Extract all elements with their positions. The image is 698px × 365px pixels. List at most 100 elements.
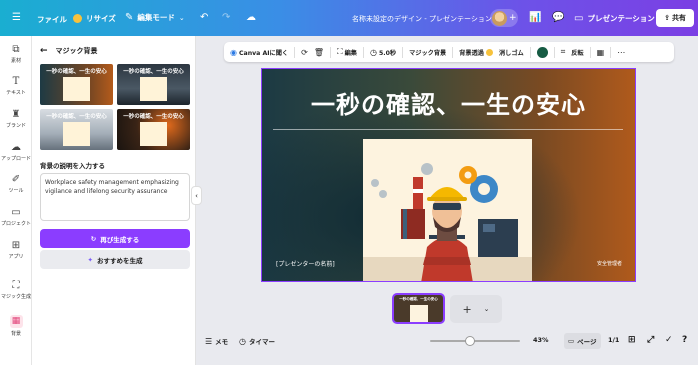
share-button[interactable]: ⇪ 共有 <box>656 9 694 27</box>
chevron-down-icon[interactable]: ⌄ <box>484 305 490 313</box>
rail-item-elements[interactable]: ⧉ 素材 <box>0 44 32 64</box>
grid-icon: ⊞ <box>628 335 636 345</box>
pages-icon: ▭ <box>568 337 575 345</box>
divider <box>362 46 364 58</box>
background-option-3[interactable]: 一秒の確認、一生の安心 <box>40 109 113 150</box>
eraser-button[interactable]: 消しゴム <box>499 48 524 57</box>
collapse-panel-button[interactable]: ‹ <box>191 186 202 205</box>
divider <box>610 46 612 58</box>
comment-icon: 💬 <box>552 12 565 23</box>
crop-icon[interactable]: ⌗ <box>561 47 566 57</box>
edit-mode-dropdown[interactable]: ✎ 編集モード ⌄ <box>125 12 185 23</box>
resize-button[interactable]: リサイズ <box>73 13 116 24</box>
worker-illustration-svg <box>363 139 532 281</box>
flip-button[interactable]: 反転 <box>571 48 583 57</box>
comments-button[interactable]: 💬 <box>552 12 564 23</box>
crown-icon <box>485 48 493 56</box>
upload-icon: ☁ <box>11 142 21 153</box>
insights-button[interactable]: 📊 <box>529 12 541 23</box>
zoom-slider-knob[interactable] <box>465 336 475 346</box>
rail-label: マジック生成 <box>0 294 31 300</box>
manager-label[interactable]: 安全管理者 <box>597 260 622 267</box>
pencil-icon: ✎ <box>125 12 134 23</box>
rail-label: プロジェクト <box>0 221 31 227</box>
check-button[interactable]: ✓ <box>665 335 673 345</box>
canva-ai-label: Canva AIに聞く <box>238 49 289 57</box>
rail-item-brand[interactable]: ♜ ブランド <box>0 109 32 129</box>
background-option-1[interactable]: 一秒の確認、一生の安心 <box>40 64 113 105</box>
edit-mode-label: 編集モード <box>137 13 175 22</box>
help-button[interactable]: ? <box>682 335 687 345</box>
presenter-name[interactable]: [プレゼンターの名前] <box>276 259 335 268</box>
more-options-icon[interactable]: ⋯ <box>617 48 625 57</box>
rail-item-apps[interactable]: ⊞ アプリ <box>0 240 32 260</box>
clock-icon: ◷ <box>369 47 377 57</box>
share-label: 共有 <box>671 14 686 22</box>
thumb-illustration <box>140 77 167 101</box>
divider <box>529 46 531 58</box>
page-view-button[interactable]: ▭ ページ <box>564 333 601 349</box>
rail-item-projects[interactable]: ▭ プロジェクト <box>0 207 32 227</box>
zoom-value[interactable]: 43% <box>533 336 549 344</box>
divider <box>402 46 404 58</box>
edit-image-button[interactable]: ⛶ 編集 <box>337 47 357 57</box>
rail-item-magic-media[interactable]: ⛶ マジック生成 <box>0 280 32 300</box>
check-circle-icon: ✓ <box>665 335 673 345</box>
color-swatch[interactable] <box>536 46 548 58</box>
folder-icon: ▭ <box>11 207 21 218</box>
regenerate-button[interactable]: ↻ 再び生成する <box>40 229 190 248</box>
add-page-button[interactable]: + ⌄ <box>450 295 502 323</box>
thumb-title: 一秒の確認、一生の安心 <box>46 114 107 120</box>
canva-ai-button[interactable]: ◉ Canva AIに聞く <box>230 48 288 57</box>
zoom-slider[interactable] <box>430 336 520 346</box>
fullscreen-button[interactable]: ⤢ <box>647 335 654 345</box>
notes-button[interactable]: ☰ メモ <box>205 336 228 347</box>
redo-button[interactable]: ↷ <box>222 12 230 23</box>
expand-icon: ⤢ <box>647 335 655 345</box>
canva-ai-icon: ◉ <box>230 47 237 57</box>
description-input[interactable]: Workplace safety management emphasizing … <box>40 173 190 221</box>
divider <box>329 46 331 58</box>
rail-item-upload[interactable]: ☁ アップロード <box>0 142 32 162</box>
avatar <box>492 10 507 26</box>
transparency-icon[interactable]: ▦ <box>597 48 605 57</box>
rail-item-text[interactable]: T テキスト <box>0 76 32 96</box>
document-title[interactable]: 名称未設定のデザイン - プレゼンテーション <box>352 14 492 24</box>
bar-chart-icon: 📊 <box>529 12 542 23</box>
duration-button[interactable]: ◷ 5.0秒 <box>370 48 396 57</box>
cloud-check-icon: ☁ <box>246 12 256 23</box>
background-option-4[interactable]: 一秒の確認、一生の安心 <box>117 109 190 150</box>
cloud-save-button[interactable]: ☁ <box>246 12 256 23</box>
undo-button[interactable]: ↶ <box>200 12 208 23</box>
rail-label: アップロード <box>0 156 31 162</box>
magic-media-icon: ⛶ <box>12 280 20 291</box>
rail-label: ツール <box>8 188 24 194</box>
bottom-bar: ☰ メモ ◷ タイマー 43% ▭ ページ 1/1 ⊞ ⤢ ✓ ? <box>196 330 698 365</box>
file-menu[interactable]: ファイル <box>37 14 67 25</box>
trash-icon[interactable]: 🗑 <box>314 48 324 57</box>
refresh-icon[interactable]: ⟳ <box>301 48 308 57</box>
magic-background-button[interactable]: マジック背景 <box>409 48 446 57</box>
worker-illustration[interactable] <box>363 139 532 281</box>
menu-button[interactable]: ☰ <box>12 12 21 23</box>
bg-remove-button[interactable]: 背景透過 <box>459 48 493 57</box>
timer-button[interactable]: ◷ タイマー <box>239 336 275 347</box>
page-thumb-title: 一秒の確認、一生の安心 <box>399 297 438 301</box>
apps-icon: ⊞ <box>11 240 21 251</box>
context-toolbar: ◉ Canva AIに聞く ⟳ 🗑 ⛶ 編集 ◷ 5.0秒 マジック背景 背景透… <box>224 42 674 62</box>
back-arrow-icon[interactable]: ← <box>40 46 48 56</box>
background-option-2[interactable]: 一秒の確認、一生の安心 <box>117 64 190 105</box>
generate-recommendation-button[interactable]: ✦ おすすめを生成 <box>40 250 190 269</box>
page-counter: 1/1 <box>608 336 620 344</box>
grid-view-button[interactable]: ⊞ <box>628 335 636 345</box>
regenerate-label: 再び生成する <box>100 235 140 244</box>
present-button[interactable]: ▭ プレゼンテーション <box>574 13 655 24</box>
thumb-illustration <box>63 77 90 101</box>
slide-title[interactable]: 一秒の確認、一生の安心 <box>262 85 635 120</box>
rail-item-background[interactable]: ▦ 背景 <box>0 315 32 337</box>
page-thumbnail[interactable]: 一秒の確認、一生の安心 <box>392 293 445 324</box>
slide-canvas[interactable]: 一秒の確認、一生の安心 [プレゼンターの名前] 安全管理者 <box>261 68 636 282</box>
rail-label: 背景 <box>10 331 21 337</box>
collaborators-button[interactable]: + <box>490 9 518 27</box>
rail-item-draw[interactable]: ✐ ツール <box>0 174 32 194</box>
